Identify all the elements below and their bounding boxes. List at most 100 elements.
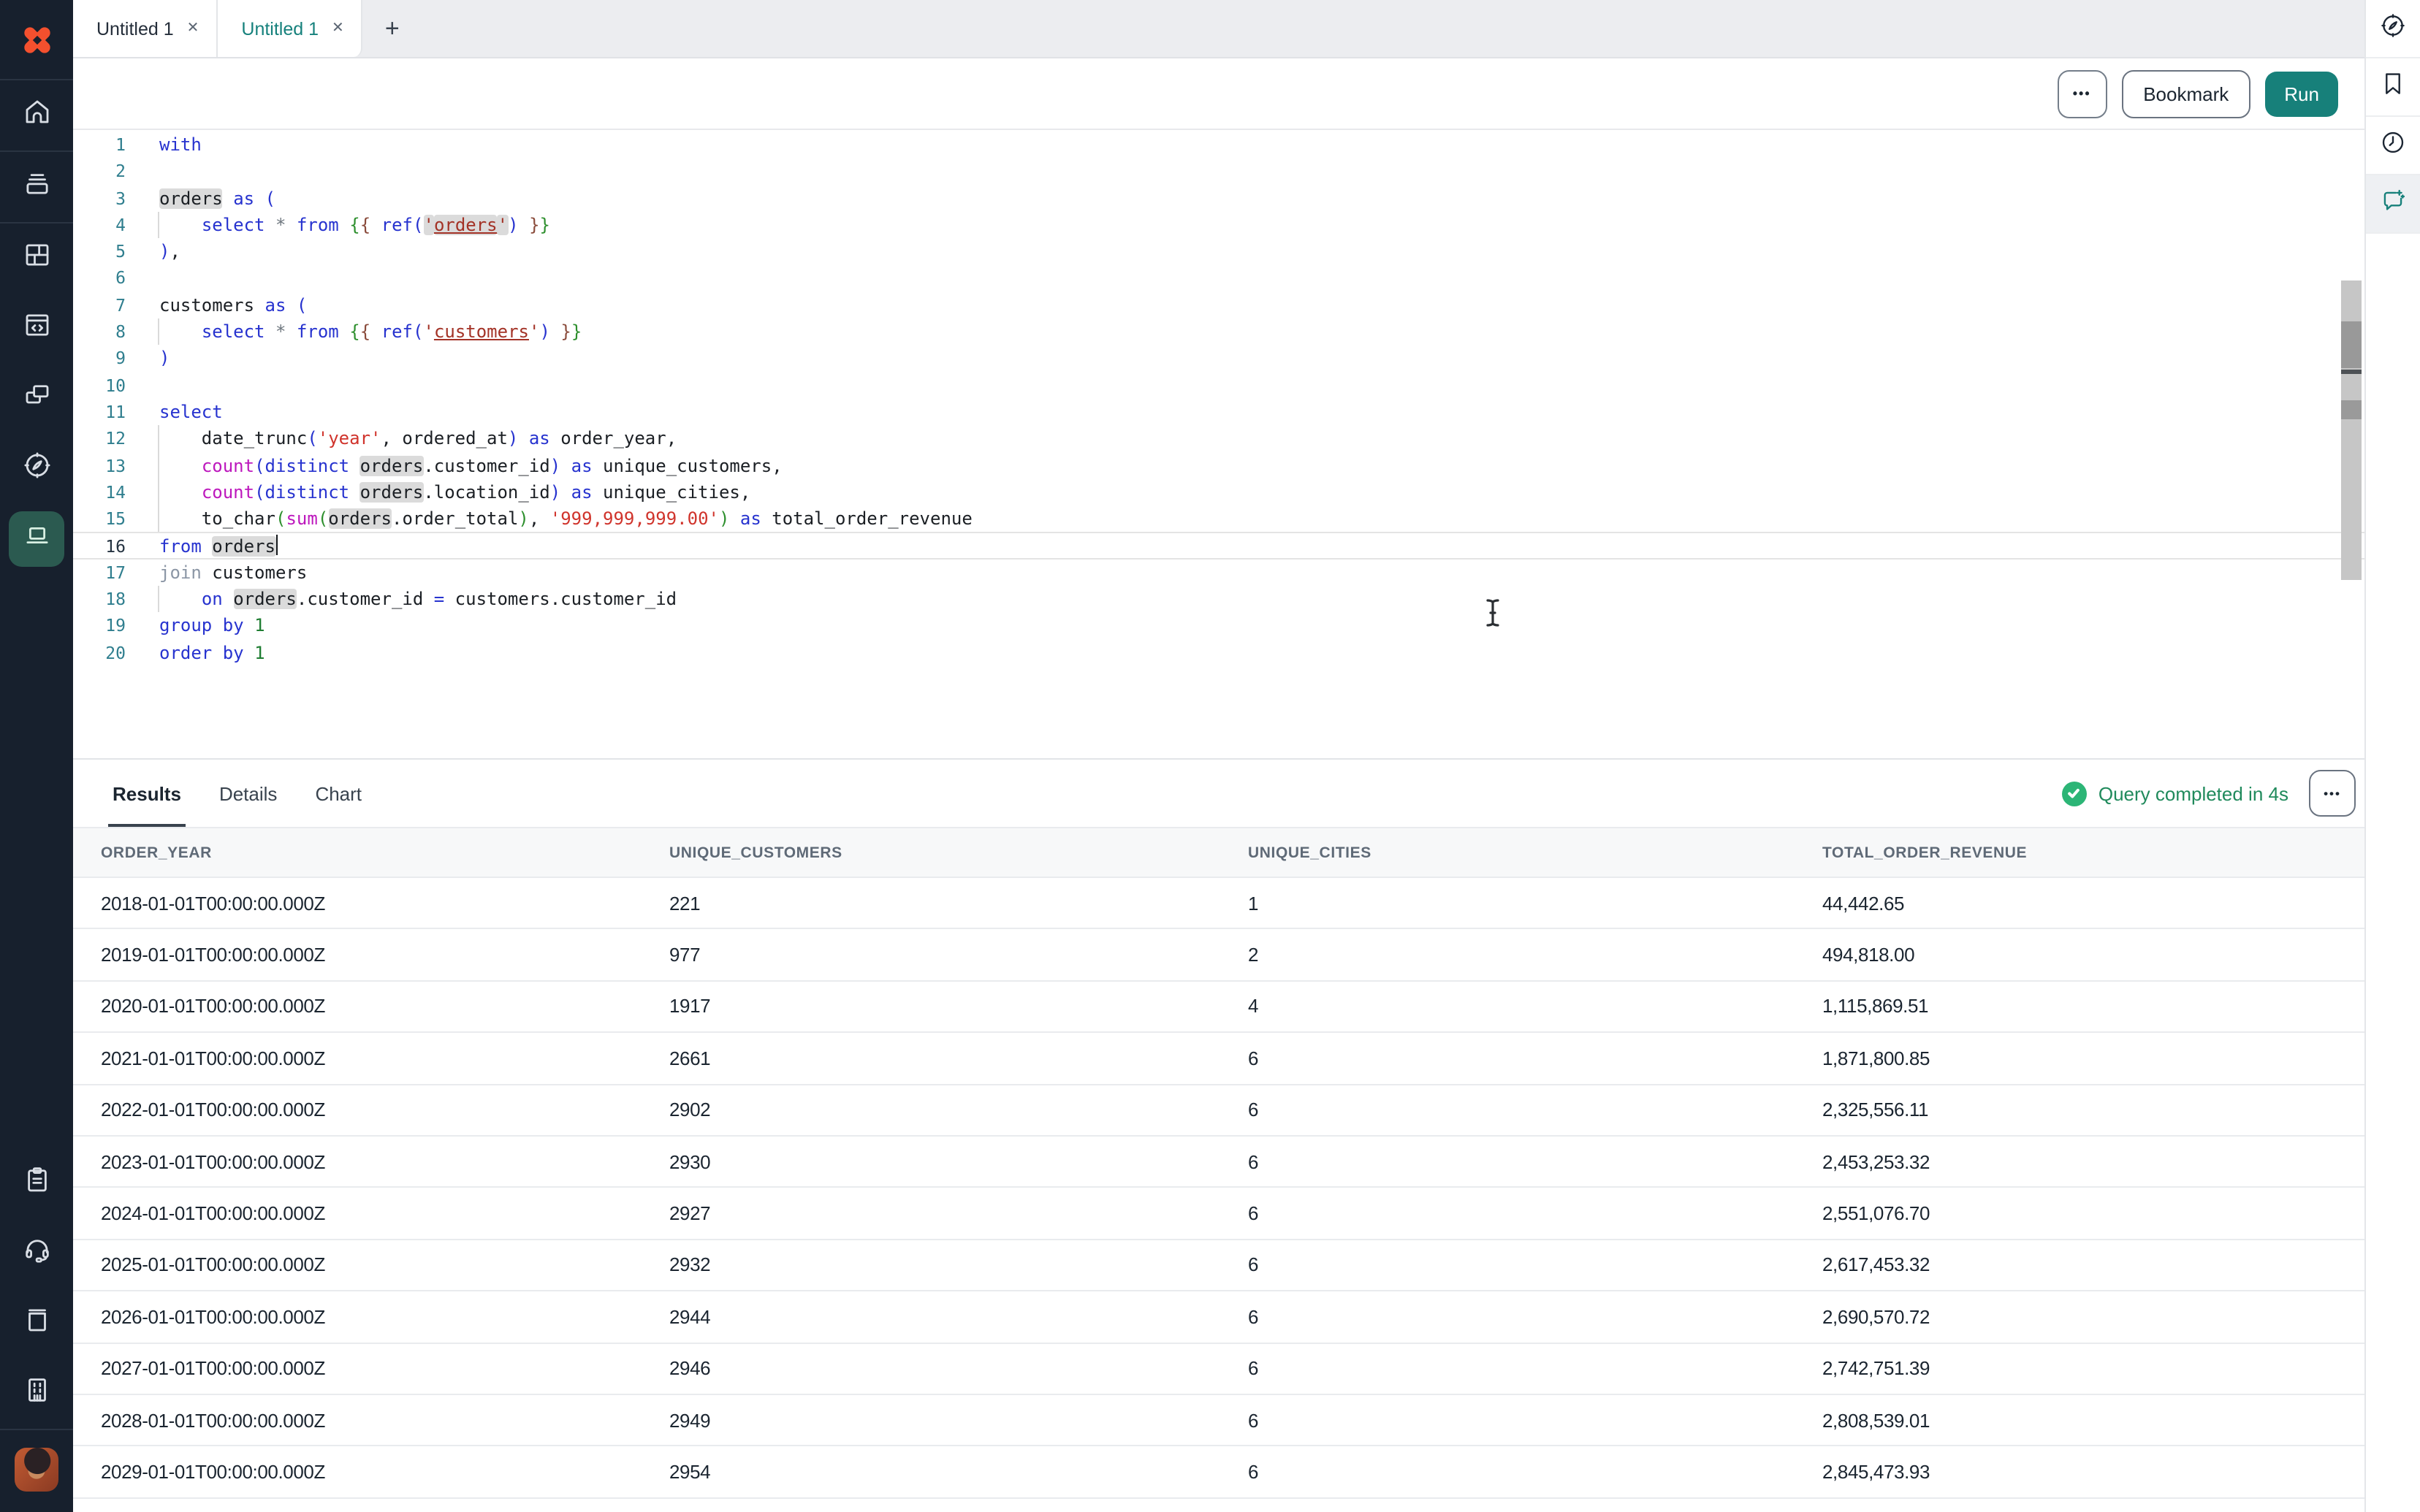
tab-untitled-2[interactable]: Untitled 1 ✕ — [218, 0, 362, 57]
tab-chart[interactable]: Chart — [315, 760, 362, 827]
table-row[interactable]: 2029-01-01T00:00:00.000Z295462,845,473.9… — [73, 1447, 2364, 1499]
code-line[interactable]: 3orders as ( — [73, 185, 2364, 212]
line-number: 16 — [73, 534, 126, 558]
more-options-button[interactable]: ••• — [2057, 69, 2107, 118]
table-cell: 2902 — [669, 1099, 1248, 1121]
column-header[interactable]: UNIQUE_CUSTOMERS — [669, 844, 1248, 861]
tab-details[interactable]: Details — [219, 760, 278, 827]
scrollbar-marker — [2341, 400, 2362, 419]
code-line[interactable]: 2 — [73, 159, 2364, 186]
main-area: Untitled 1 ✕ Untitled 1 ✕ + ••• Bookmark… — [73, 0, 2364, 1512]
code-text: ), — [159, 238, 180, 265]
user-avatar[interactable] — [15, 1448, 58, 1492]
table-cell: 2,453,253.32 — [1822, 1150, 2364, 1172]
toolbar: ••• Bookmark Run — [73, 58, 2364, 130]
table-cell: 6 — [1248, 1409, 1822, 1431]
table-cell: 2019-01-01T00:00:00.000Z — [101, 944, 669, 966]
laptop-icon — [21, 520, 52, 558]
new-tab-button[interactable]: + — [363, 0, 422, 57]
tab-untitled-1[interactable]: Untitled 1 ✕ — [73, 0, 218, 57]
code-line[interactable]: 20order by 1 — [73, 639, 2364, 666]
code-line[interactable]: 16from orders — [73, 532, 2364, 560]
tab-results[interactable]: Results — [113, 760, 181, 827]
run-button[interactable]: Run — [2265, 71, 2338, 116]
table-row[interactable]: 2024-01-01T00:00:00.000Z292762,551,076.7… — [73, 1188, 2364, 1240]
query-status-text: Query completed in 4s — [2099, 782, 2288, 804]
column-header[interactable]: ORDER_YEAR — [101, 844, 669, 861]
code-line[interactable]: 8 select * from {{ ref('customers') }} — [73, 318, 2364, 345]
code-line[interactable]: 12 date_trunc('year', ordered_at) as ord… — [73, 426, 2364, 453]
hex-logo-icon[interactable] — [0, 0, 73, 79]
table-row[interactable]: 2022-01-01T00:00:00.000Z290262,325,556.1… — [73, 1085, 2364, 1137]
table-row[interactable]: 2028-01-01T00:00:00.000Z294962,808,539.0… — [73, 1395, 2364, 1447]
sidebar-item-projects[interactable] — [0, 152, 73, 222]
line-number: 13 — [73, 452, 126, 479]
code-line[interactable]: 4 select * from {{ ref('orders') }} — [73, 212, 2364, 239]
sidebar-item-explore[interactable] — [0, 434, 73, 504]
close-icon[interactable]: ✕ — [187, 20, 199, 37]
code-line[interactable]: 6 — [73, 265, 2364, 292]
right-sidebar — [2364, 0, 2420, 1512]
table-row[interactable]: 2018-01-01T00:00:00.000Z221144,442.65 — [73, 878, 2364, 930]
table-cell: 2927 — [669, 1202, 1248, 1224]
table-row[interactable]: 2021-01-01T00:00:00.000Z266161,871,800.8… — [73, 1033, 2364, 1085]
bookmark-button[interactable]: Bookmark — [2121, 69, 2250, 118]
table-row[interactable]: 2030-01-01T00:00:00.000Z287961,841,049.3… — [73, 1498, 2364, 1512]
code-line[interactable]: 1with — [73, 131, 2364, 159]
sidebar-item-docs[interactable] — [0, 1288, 73, 1359]
code-text: orders as ( — [159, 185, 275, 212]
table-row[interactable]: 2026-01-01T00:00:00.000Z294462,690,570.7… — [73, 1291, 2364, 1343]
tab-label: Untitled 1 — [96, 18, 174, 39]
right-sidebar-bookmarks[interactable] — [2366, 58, 2420, 117]
code-line[interactable]: 9) — [73, 345, 2364, 373]
results-more-button[interactable]: ••• — [2309, 770, 2356, 817]
code-line[interactable]: 19group by 1 — [73, 613, 2364, 640]
sidebar-item-apps[interactable] — [0, 224, 73, 294]
code-text: select * from {{ ref('customers') }} — [159, 318, 582, 345]
code-line[interactable]: 5), — [73, 238, 2364, 265]
right-sidebar-history[interactable] — [2366, 117, 2420, 175]
code-lines: 1with23orders as (4 select * from {{ ref… — [73, 131, 2364, 666]
code-text: customers as ( — [159, 292, 307, 319]
sidebar-item-support[interactable] — [0, 1218, 73, 1288]
table-cell: 2,551,076.70 — [1822, 1202, 2364, 1224]
sidebar-item-home[interactable] — [0, 80, 73, 150]
sidebar-item-organization[interactable] — [0, 1359, 73, 1429]
table-cell: 6 — [1248, 1461, 1822, 1483]
code-line[interactable]: 7customers as ( — [73, 292, 2364, 319]
table-cell: 2946 — [669, 1357, 1248, 1379]
table-row[interactable]: 2027-01-01T00:00:00.000Z294662,742,751.3… — [73, 1343, 2364, 1395]
code-line[interactable]: 18 on orders.customer_id = customers.cus… — [73, 586, 2364, 613]
sidebar-item-desktop[interactable] — [0, 504, 73, 574]
editor-scrollbar[interactable] — [2341, 280, 2362, 580]
right-sidebar-ai-assistant[interactable] — [2366, 175, 2420, 234]
dashboard-grid-icon — [21, 240, 52, 278]
table-cell: 2018-01-01T00:00:00.000Z — [101, 892, 669, 914]
code-line[interactable]: 15 to_char(sum(orders.order_total), '999… — [73, 505, 2364, 532]
table-cell: 2026-01-01T00:00:00.000Z — [101, 1306, 669, 1328]
column-header[interactable]: TOTAL_ORDER_REVENUE — [1822, 844, 2364, 861]
sidebar-item-clipboard[interactable] — [0, 1148, 73, 1218]
code-line[interactable]: 13 count(distinct orders.customer_id) as… — [73, 452, 2364, 479]
table-row[interactable]: 2025-01-01T00:00:00.000Z293262,617,453.3… — [73, 1240, 2364, 1291]
sidebar-item-windows[interactable] — [0, 364, 73, 434]
column-header[interactable]: UNIQUE_CITIES — [1248, 844, 1822, 861]
table-cell: 2022-01-01T00:00:00.000Z — [101, 1099, 669, 1121]
code-line[interactable]: 17join customers — [73, 560, 2364, 587]
right-sidebar-explore[interactable] — [2366, 0, 2420, 58]
success-check-icon — [2062, 781, 2087, 806]
line-number: 9 — [73, 345, 126, 373]
close-icon[interactable]: ✕ — [332, 20, 344, 37]
sidebar-item-code-window[interactable] — [0, 294, 73, 364]
scrollbar-thumb[interactable] — [2341, 321, 2362, 368]
code-text: join customers — [159, 560, 307, 587]
table-row[interactable]: 2019-01-01T00:00:00.000Z9772494,818.00 — [73, 930, 2364, 982]
code-line[interactable]: 11select — [73, 399, 2364, 426]
table-row[interactable]: 2023-01-01T00:00:00.000Z293062,453,253.3… — [73, 1137, 2364, 1188]
code-line[interactable]: 14 count(distinct orders.location_id) as… — [73, 479, 2364, 506]
code-text: to_char(sum(orders.order_total), '999,99… — [159, 505, 973, 532]
results-panel: Results Details Chart Query completed in… — [73, 758, 2364, 1512]
code-line[interactable]: 10 — [73, 372, 2364, 399]
table-row[interactable]: 2020-01-01T00:00:00.000Z191741,115,869.5… — [73, 982, 2364, 1034]
sql-editor[interactable]: 1with23orders as (4 select * from {{ ref… — [73, 130, 2364, 758]
